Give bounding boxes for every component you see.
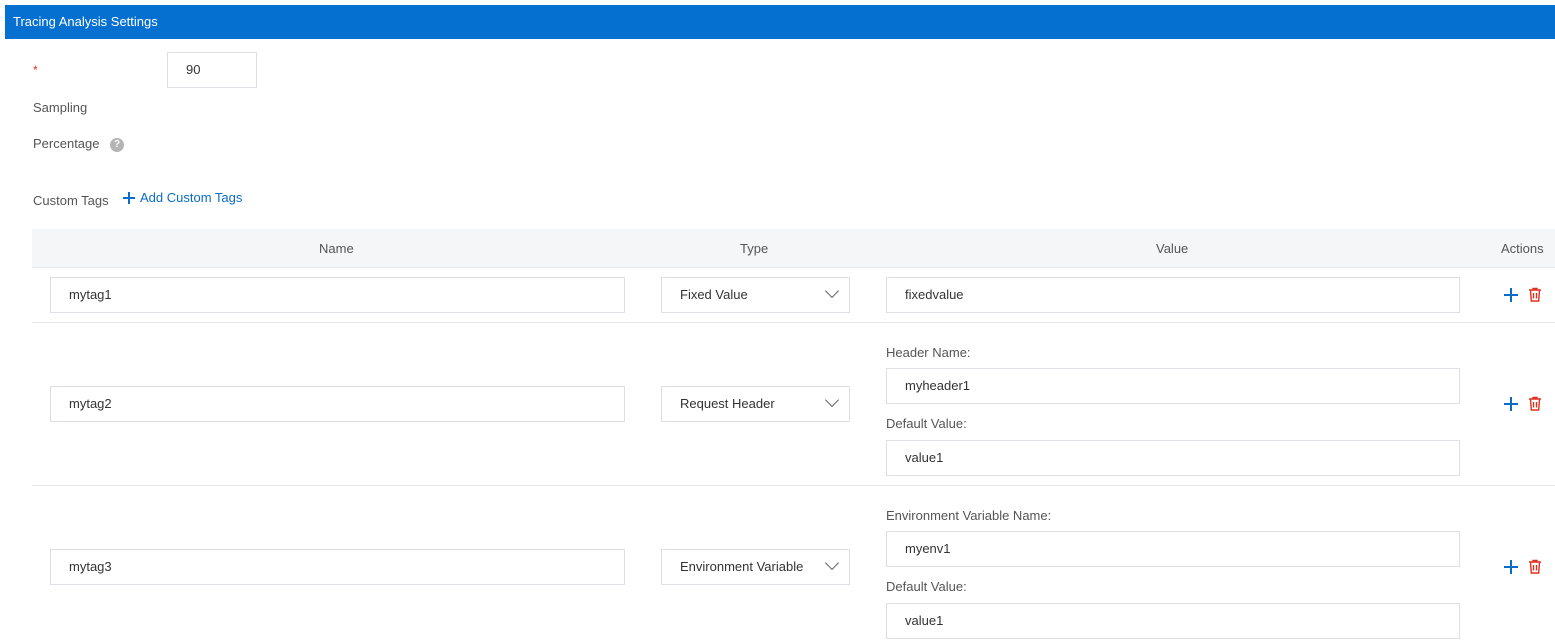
add-row-plus-icon[interactable] [1504,288,1518,302]
column-header-value: Value [1156,241,1189,256]
column-header-actions: Actions [1501,241,1544,256]
percentage-label: Percentage [33,136,100,151]
plus-icon [122,191,136,205]
tag-type-value: Fixed Value [680,287,748,302]
header-name-label: Header Name: [886,345,971,360]
default-value-input[interactable]: value1 [886,603,1460,639]
add-custom-tags-button[interactable]: Add Custom Tags [122,190,242,205]
delete-row-trash-icon[interactable] [1528,396,1542,411]
tag-name-input[interactable]: mytag2 [50,386,625,422]
table-row: mytag1 Fixed Value fixedvalue [32,268,1555,323]
tag-type-value: Request Header [680,396,775,411]
tag-type-select[interactable]: Fixed Value [661,277,850,313]
page-title: Tracing Analysis Settings [13,14,158,29]
chevron-down-icon [824,555,840,571]
add-row-plus-icon[interactable] [1504,560,1518,574]
tag-name-input[interactable]: mytag3 [50,549,625,585]
column-header-name: Name [319,241,354,256]
chevron-down-icon [824,392,840,408]
column-header-type: Type [740,241,769,256]
delete-row-trash-icon[interactable] [1528,559,1542,574]
custom-tags-label: Custom Tags [33,193,109,208]
required-mark: * [33,63,38,77]
question-circle-icon[interactable]: ? [110,138,124,152]
tag-type-value: Environment Variable [680,559,804,574]
add-custom-tags-label: Add Custom Tags [140,190,243,205]
env-var-name-input[interactable]: myenv1 [886,531,1460,567]
default-value-input[interactable]: value1 [886,440,1460,476]
page-header: Tracing Analysis Settings [5,5,1555,39]
tag-type-select[interactable]: Request Header [661,386,850,422]
tag-name-input[interactable]: mytag1 [50,277,625,313]
default-value-label: Default Value: [886,579,967,594]
env-var-name-label: Environment Variable Name: [886,508,1052,523]
delete-row-trash-icon[interactable] [1528,287,1542,302]
add-row-plus-icon[interactable] [1504,397,1518,411]
table-row: mytag3 Environment Variable Environment … [32,486,1555,644]
tag-value-input[interactable]: fixedvalue [886,277,1460,313]
header-name-input[interactable]: myheader1 [886,368,1460,404]
table-row: mytag2 Request Header Header Name: myhea… [32,323,1555,486]
tags-table-header: Name Type Value Actions [32,229,1555,268]
tag-type-select[interactable]: Environment Variable [661,549,850,585]
default-value-label: Default Value: [886,416,967,431]
sampling-label: Sampling [33,100,88,115]
chevron-down-icon [824,283,840,299]
sampling-percentage-input[interactable]: 90 [167,52,257,88]
